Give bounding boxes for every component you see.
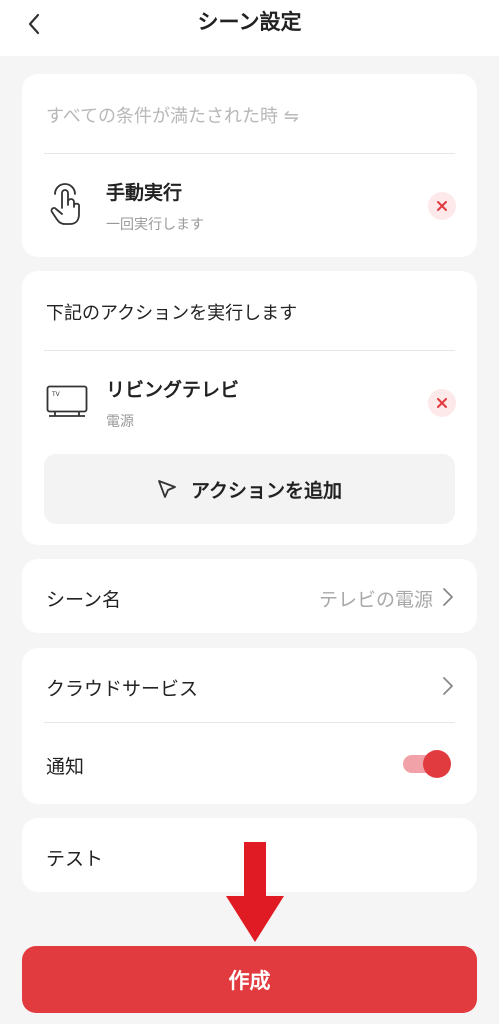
scene-name-row[interactable]: シーン名 テレビの電源 <box>22 559 477 633</box>
condition-item-title: 手動実行 <box>106 182 183 204</box>
down-arrow-annotation-icon <box>226 842 284 942</box>
remove-condition-button[interactable] <box>428 192 456 220</box>
page-title: シーン設定 <box>197 10 302 34</box>
scene-name-value: テレビの電源 <box>318 589 433 611</box>
conditions-title[interactable]: すべての条件が満たされた時 ⇋ <box>46 102 299 128</box>
close-icon <box>437 201 447 211</box>
divider <box>44 722 455 723</box>
action-item-title: リビングテレビ <box>106 379 240 401</box>
create-button[interactable]: 作成 <box>22 946 477 1013</box>
chevron-right-icon <box>443 588 453 606</box>
svg-text:TV: TV <box>51 391 61 398</box>
settings-card: クラウドサービス 通知 <box>22 648 477 804</box>
condition-item-subtitle: 一回実行します <box>106 217 204 233</box>
test-label: テスト <box>46 848 104 870</box>
action-item-subtitle: 電源 <box>106 414 134 430</box>
toggle-knob <box>423 750 451 778</box>
cloud-service-row[interactable]: クラウドサービス <box>22 648 477 722</box>
remove-action-button[interactable] <box>428 389 456 417</box>
add-action-label: アクションを追加 <box>190 479 343 502</box>
cloud-service-label: クラウドサービス <box>46 678 199 700</box>
close-icon <box>437 398 447 408</box>
header-bar: シーン設定 <box>0 0 499 56</box>
tv-icon: TV <box>46 385 88 417</box>
hand-tap-icon <box>50 183 80 225</box>
conditions-card: すべての条件が満たされた時 ⇋ 手動実行 一回実行します <box>22 74 477 257</box>
cursor-arrow-icon <box>158 480 176 498</box>
notification-toggle[interactable] <box>403 749 451 779</box>
chevron-right-icon <box>443 677 453 695</box>
divider <box>44 153 455 154</box>
scene-name-label: シーン名 <box>46 589 122 611</box>
add-action-button[interactable]: アクションを追加 <box>44 454 455 524</box>
create-button-label: 作成 <box>228 968 271 993</box>
actions-card: 下記のアクションを実行します TV リビングテレビ 電源 アクションを追加 <box>22 271 477 545</box>
actions-title: 下記のアクションを実行します <box>46 303 298 324</box>
divider <box>44 350 455 351</box>
notification-label: 通知 <box>46 756 85 778</box>
